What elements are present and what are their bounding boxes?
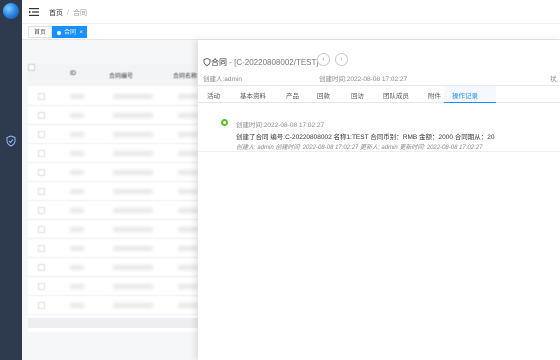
row-checkbox[interactable] <box>38 264 45 271</box>
header-number: 合同编号 <box>109 74 134 80</box>
tab-attachments[interactable]: 附件 <box>428 90 441 100</box>
divider <box>198 151 560 152</box>
tab-team-members[interactable]: 团队成员 <box>383 90 409 100</box>
horizontal-scrollbar[interactable] <box>28 318 198 328</box>
table-row[interactable] <box>28 182 198 201</box>
table-row[interactable] <box>28 239 198 258</box>
header-name: 合同名称 <box>173 74 198 80</box>
tags-bar: 首页 合同 × <box>22 24 560 40</box>
row-checkbox[interactable] <box>38 302 45 309</box>
row-checkbox[interactable] <box>38 207 45 214</box>
row-checkbox[interactable] <box>38 112 45 119</box>
creator-text: 创建人:admin <box>203 76 243 83</box>
tag-contract-label: 合同 <box>64 30 77 36</box>
breadcrumb-current: 合同 <box>72 10 87 17</box>
panel-title: 合同 - [C-20220808002/TEST] <box>203 57 319 68</box>
row-checkbox[interactable] <box>38 283 45 290</box>
prev-record-button[interactable]: ‹ <box>317 53 330 66</box>
log-time: 创建时间:2022-08-08 17:02:27 <box>236 122 325 129</box>
tab-activity[interactable]: 活动 <box>207 90 220 100</box>
tab-products[interactable]: 产品 <box>286 90 299 100</box>
close-icon[interactable]: × <box>80 27 84 39</box>
app-logo <box>3 3 19 19</box>
table-header: ID 合同编号 合同名称 <box>28 64 198 86</box>
table-row[interactable] <box>28 125 198 144</box>
next-record-button[interactable]: › <box>335 53 348 66</box>
timeline-dot-icon <box>221 119 228 126</box>
breadcrumb-home[interactable]: 首页 <box>49 10 63 17</box>
table-row[interactable] <box>28 144 198 163</box>
log-content: 创建了合同 编号:C-20220808002 名称1:TEST 合同币别：RMB… <box>236 134 495 141</box>
row-checkbox[interactable] <box>38 169 45 176</box>
table-row[interactable] <box>28 163 198 182</box>
tab-revisit[interactable]: 回访 <box>351 90 364 100</box>
shield-icon <box>203 58 211 66</box>
table-row[interactable] <box>28 277 198 296</box>
status-text: 状 <box>550 76 557 83</box>
tab-operation-log[interactable]: 操作记录 <box>452 90 478 100</box>
contract-detail-panel: 合同 - [C-20220808002/TEST] ‹ › 创建人:admin … <box>198 40 560 360</box>
table-row[interactable] <box>28 220 198 239</box>
log-footer: 创建人: admin 创建时间: 2022-08-08 17:02:27 更新人… <box>236 145 483 151</box>
row-checkbox[interactable] <box>38 131 45 138</box>
table-row[interactable] <box>28 87 198 106</box>
breadcrumb: 首页 / 合同 <box>49 10 87 17</box>
top-bar: 首页 / 合同 <box>22 0 560 24</box>
tag-home[interactable]: 首页 <box>28 26 53 38</box>
contract-table: ID 合同编号 合同名称 <box>28 64 198 332</box>
row-checkbox[interactable] <box>38 245 45 252</box>
created-time-text: 创建时间:2022-08-08 17:02:27 <box>319 76 408 83</box>
table-row[interactable] <box>28 258 198 277</box>
row-checkbox[interactable] <box>38 188 45 195</box>
table-row[interactable] <box>28 201 198 220</box>
header-id: ID <box>70 71 76 77</box>
sidebar <box>0 0 22 360</box>
detail-tabs: 活动 基本资料 产品 回款 回访 团队成员 附件 操作记录 <box>198 85 560 103</box>
active-dot-icon <box>57 31 61 35</box>
row-checkbox[interactable] <box>38 226 45 233</box>
select-all-checkbox[interactable] <box>28 64 35 71</box>
active-tab-indicator <box>444 102 496 103</box>
menu-toggle-icon[interactable] <box>28 6 40 18</box>
row-checkbox[interactable] <box>38 150 45 157</box>
contract-number: - [C-20220808002/TEST] <box>227 58 319 67</box>
shield-icon[interactable] <box>5 135 17 147</box>
tab-payment[interactable]: 回款 <box>317 90 330 100</box>
panel-title-label: 合同 <box>211 58 227 67</box>
table-row[interactable] <box>28 106 198 125</box>
row-checkbox[interactable] <box>38 93 45 100</box>
tab-basic-info[interactable]: 基本资料 <box>240 90 266 100</box>
table-row[interactable] <box>28 296 198 315</box>
tag-contract[interactable]: 合同 × <box>52 26 88 39</box>
